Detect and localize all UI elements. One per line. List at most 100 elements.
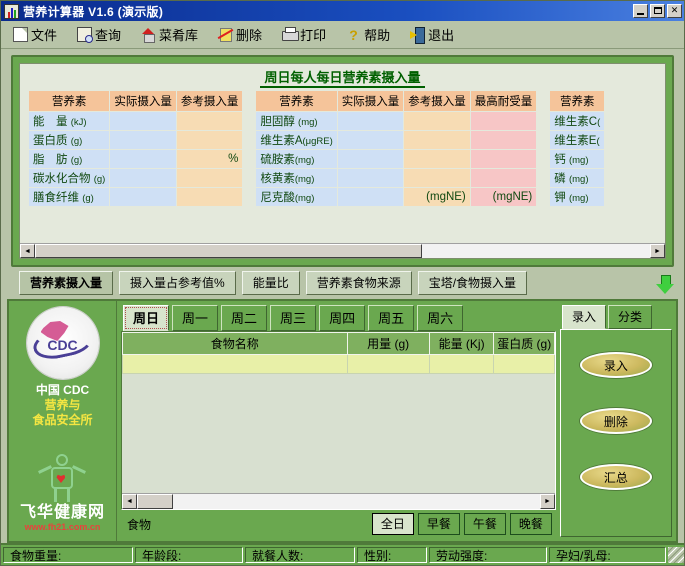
scroll-right-button[interactable]: ► bbox=[650, 244, 665, 258]
close-button[interactable]: ✕ bbox=[667, 4, 682, 18]
food-scroll-left-button[interactable]: ◄ bbox=[122, 494, 137, 509]
cell-food-name[interactable] bbox=[122, 354, 348, 374]
toolbar-item-print[interactable]: 打印 bbox=[282, 25, 326, 44]
site-name: 飞华健康网 bbox=[19, 504, 105, 521]
table-header-row: 营养素 bbox=[549, 90, 606, 112]
toolbar: 文件 查询 菜肴库 删除 打印 ? 帮助 退出 bbox=[1, 21, 684, 49]
cdc-logo-icon: CDC bbox=[26, 307, 99, 379]
table-row: 膳食纤维 (g) bbox=[27, 187, 244, 207]
toolbar-item-file[interactable]: 文件 bbox=[13, 25, 57, 44]
chart-bars-icon bbox=[4, 3, 19, 19]
nutrient-unit: (mg) bbox=[568, 174, 589, 185]
toolbar-item-dish-library[interactable]: 菜肴库 bbox=[141, 25, 198, 44]
food-grid[interactable]: 食物名称 用量 (g) 能量 (Kj) 蛋白质 (g) ◄ ► bbox=[121, 331, 556, 510]
window-controls: ✕ bbox=[633, 4, 682, 18]
food-scroll-right-button[interactable]: ► bbox=[539, 494, 555, 509]
max-value bbox=[469, 111, 538, 131]
down-arrow-icon[interactable] bbox=[656, 275, 674, 295]
meal-bar-label: 食物 bbox=[127, 517, 152, 532]
col-header-amount[interactable]: 用量 (g) bbox=[346, 332, 430, 355]
col-header-nutrient: 营养素 bbox=[549, 90, 606, 112]
meal-button-lunch[interactable]: 午餐 bbox=[463, 513, 506, 535]
day-tab-thursday[interactable]: 周四 bbox=[319, 305, 366, 331]
meal-button-all-day[interactable]: 全日 bbox=[371, 513, 414, 535]
nutrient-unit: (kJ) bbox=[70, 117, 87, 128]
cell-energy[interactable] bbox=[428, 354, 495, 374]
maximize-button[interactable] bbox=[650, 4, 665, 18]
meal-button-dinner[interactable]: 晚餐 bbox=[509, 513, 552, 535]
status-age-group: 年龄段: bbox=[135, 547, 243, 563]
tab-energy-ratio[interactable]: 能量比 bbox=[241, 271, 300, 295]
col-header-max: 最高耐受量 bbox=[469, 90, 538, 112]
day-tab-friday[interactable]: 周五 bbox=[368, 305, 415, 331]
summary-button[interactable]: 汇总 bbox=[579, 464, 652, 490]
delete-button[interactable]: 删除 bbox=[579, 408, 652, 434]
food-scrollbar-thumb[interactable] bbox=[137, 494, 174, 509]
nutrient-name: 维生素E bbox=[554, 135, 597, 147]
toolbar-item-delete[interactable]: 删除 bbox=[218, 25, 262, 44]
day-tab-sunday[interactable]: 周日 bbox=[123, 305, 170, 331]
cell-protein[interactable] bbox=[493, 354, 555, 374]
meal-button-breakfast[interactable]: 早餐 bbox=[417, 513, 460, 535]
toolbar-item-exit[interactable]: 退出 bbox=[410, 25, 454, 44]
scrollbar-thumb[interactable] bbox=[35, 244, 423, 258]
resize-grip[interactable] bbox=[668, 547, 684, 563]
actual-value bbox=[109, 111, 177, 131]
tab-pagoda-food-intake[interactable]: 宝塔/食物摄入量 bbox=[417, 271, 528, 295]
status-diner-count: 就餐人数: bbox=[245, 547, 355, 563]
day-tab-tuesday[interactable]: 周二 bbox=[221, 305, 268, 331]
toolbar-item-query[interactable]: 查询 bbox=[77, 25, 121, 44]
tab-nutrient-intake[interactable]: 营养素摄入量 bbox=[19, 271, 114, 295]
delete-icon bbox=[218, 27, 233, 42]
table-row: 碳水化合物 (g) bbox=[27, 168, 244, 188]
nutrient-unit: (mg) bbox=[298, 117, 318, 128]
scroll-left-button[interactable]: ◄ bbox=[20, 244, 35, 258]
col-header-reference: 参考摄入量 bbox=[403, 90, 471, 112]
nutrient-name: 蛋白质 bbox=[33, 135, 68, 147]
food-grid-horizontal-scrollbar[interactable]: ◄ ► bbox=[122, 493, 555, 509]
nutrient-name: 钙 bbox=[554, 154, 566, 166]
minimize-button[interactable] bbox=[633, 4, 648, 18]
max-value bbox=[469, 168, 538, 188]
reference-value: % bbox=[175, 149, 244, 169]
toolbar-label-dish-library: 菜肴库 bbox=[159, 28, 199, 43]
nutrient-unit: (mg) bbox=[294, 174, 315, 185]
actual-value bbox=[336, 111, 405, 131]
day-tab-monday[interactable]: 周一 bbox=[172, 305, 219, 331]
nutrition-table-container: 周日每人每日营养素摄入量 营养素 实际摄入量 参考摄入量 能 量 (kJ) 蛋白… bbox=[19, 63, 666, 259]
nutrition-table-1: 营养素 实际摄入量 参考摄入量 能 量 (kJ) 蛋白质 (g) 脂 肪 (g)… bbox=[27, 90, 244, 207]
day-tab-saturday[interactable]: 周六 bbox=[417, 305, 464, 331]
table-row: 钾 (mg) bbox=[549, 187, 606, 207]
day-tab-wednesday[interactable]: 周三 bbox=[270, 305, 317, 331]
col-header-protein[interactable]: 蛋白质 (g) bbox=[493, 332, 555, 355]
cell-amount[interactable] bbox=[346, 354, 430, 374]
nutrition-horizontal-scrollbar[interactable]: ◄ ► bbox=[20, 243, 665, 258]
actual-value bbox=[336, 187, 405, 207]
status-bar: 食物重量: 年龄段: 就餐人数: 性别: 劳动强度: 孕妇/乳母: bbox=[1, 543, 684, 565]
nutrient-unit: ( bbox=[596, 136, 600, 147]
toolbar-item-help[interactable]: ? 帮助 bbox=[346, 25, 390, 44]
food-scrollbar-track[interactable] bbox=[137, 494, 540, 509]
table-row[interactable] bbox=[122, 354, 555, 374]
nutrient-name: 维生素A bbox=[260, 135, 303, 147]
table-row: 尼克酸(mg) (mgNE) (mgNE) bbox=[255, 187, 538, 207]
actual-value bbox=[109, 149, 177, 169]
status-pregnancy: 孕妇/乳母: bbox=[549, 547, 666, 563]
window-title: 营养计算器 V1.6 (演示版) bbox=[23, 4, 164, 19]
entry-button[interactable]: 录入 bbox=[579, 352, 652, 378]
tab-intake-percent[interactable]: 摄入量占参考值% bbox=[119, 271, 236, 295]
tab-nutrient-food-source[interactable]: 营养素食物来源 bbox=[305, 271, 412, 295]
scrollbar-track[interactable] bbox=[35, 244, 650, 258]
table-row: 核黄素(mg) bbox=[255, 168, 538, 188]
nutrient-name: 核黄素 bbox=[260, 173, 295, 185]
nutrient-name: 维生素C bbox=[554, 116, 598, 128]
cdc-caption-line1: 中国 CDC bbox=[35, 383, 90, 397]
col-header-food-name[interactable]: 食物名称 bbox=[122, 332, 348, 355]
tab-category[interactable]: 分类 bbox=[607, 305, 652, 329]
nutrient-unit: (g) bbox=[70, 136, 83, 147]
nutrient-unit: ( bbox=[597, 117, 601, 128]
table-row: 维生素A(μgRE) bbox=[255, 130, 538, 150]
col-header-energy[interactable]: 能量 (Kj) bbox=[428, 332, 495, 355]
food-grid-empty-area[interactable] bbox=[122, 374, 555, 493]
tab-entry[interactable]: 录入 bbox=[561, 305, 606, 329]
